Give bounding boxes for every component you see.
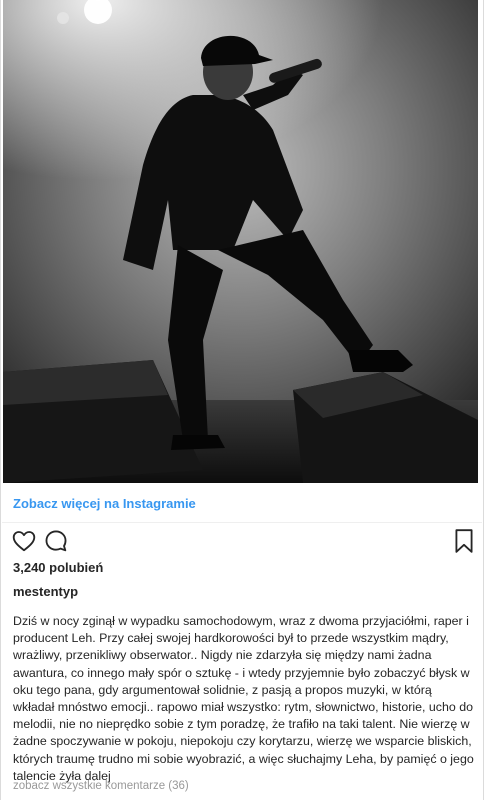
concert-photo-image bbox=[3, 0, 478, 483]
divider bbox=[2, 522, 482, 523]
see-more-on-instagram: Zobacz więcej na Instagramie bbox=[13, 495, 473, 513]
heart-icon[interactable] bbox=[11, 528, 39, 556]
username[interactable]: mestentyp bbox=[13, 584, 78, 599]
bookmark-icon[interactable] bbox=[453, 528, 481, 556]
likes-count[interactable]: 3,240 polubień bbox=[13, 560, 103, 575]
post-caption: Dziś w nocy zginął w wypadku samochodowy… bbox=[13, 614, 474, 783]
see-more-link[interactable]: Zobacz więcej na Instagramie bbox=[13, 496, 196, 511]
instagram-embed-card: Zobacz więcej na Instagramie 3,240 polub… bbox=[0, 0, 484, 800]
post-actions-bar bbox=[1, 528, 483, 558]
comment-bubble-icon[interactable] bbox=[43, 528, 71, 556]
view-all-comments-link[interactable]: zobacz wszystkie komentarze (36) bbox=[13, 780, 189, 792]
post-photo[interactable] bbox=[3, 0, 478, 483]
